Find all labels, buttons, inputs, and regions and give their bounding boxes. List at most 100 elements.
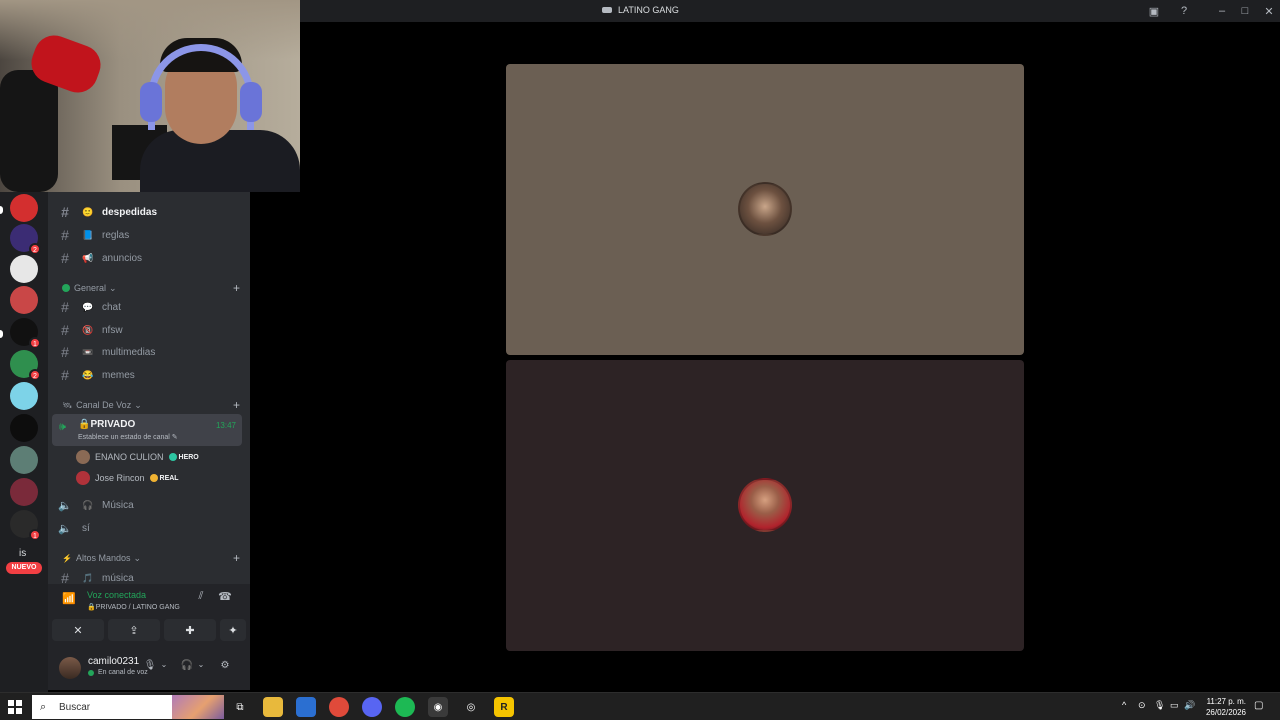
hash-icon: #	[61, 250, 69, 266]
task-view-icon[interactable]: ⧉	[230, 697, 250, 717]
server-icon[interactable]	[10, 194, 38, 222]
headphones-icon[interactable]: 🎧	[180, 660, 194, 671]
tray-mic-icon[interactable]: 🎙	[1154, 700, 1165, 711]
add-channel-button[interactable]: +	[233, 281, 240, 295]
category-voice[interactable]: 🛰 Canal De Voz ⌄ +	[62, 398, 248, 412]
hash-icon: #	[61, 227, 69, 243]
channel-name: reglas	[102, 229, 130, 241]
help-icon[interactable]: ?	[1177, 4, 1191, 18]
chevron-down-icon[interactable]: ⌄	[157, 660, 171, 669]
server-icon[interactable]: 1	[10, 318, 41, 349]
category-dot-icon	[62, 284, 70, 292]
channel-nfsw[interactable]: # 🔞 nfsw	[48, 320, 250, 340]
taskbar-clock[interactable]: 11:27 p. m. 26/02/2026	[1194, 696, 1246, 718]
minimize-button[interactable]: –	[1215, 4, 1229, 18]
voice-channel-privado[interactable]: 🕪 🔒PRIVADO Establece un estado de canal …	[52, 414, 242, 446]
server-icon[interactable]	[10, 446, 38, 474]
participant-tile[interactable]	[506, 360, 1024, 651]
soundboard-button[interactable]: ✦	[220, 619, 246, 641]
server-icon[interactable]	[10, 414, 38, 442]
discord-app-icon[interactable]	[362, 697, 382, 717]
server-icon[interactable]	[10, 255, 38, 283]
windows-start-button[interactable]	[8, 700, 22, 714]
voice-member[interactable]: ENANO CULION HERO	[76, 449, 199, 465]
channel-anuncios[interactable]: # 📢 anuncios	[48, 248, 250, 268]
channel-name: nfsw	[102, 324, 123, 336]
server-icon[interactable]: 2	[10, 224, 41, 255]
server-icon[interactable]	[10, 382, 38, 410]
chrome-window-icon[interactable]: ◉	[428, 697, 448, 717]
speaker-icon: 🔈	[58, 522, 72, 535]
maximize-button[interactable]: □	[1238, 4, 1252, 18]
avatar	[76, 450, 90, 464]
server-icon[interactable]	[10, 478, 38, 506]
avatar[interactable]	[59, 657, 81, 679]
inbox-icon[interactable]: ▣	[1147, 4, 1161, 18]
hash-icon: #	[61, 299, 69, 315]
voice-channel-name: 🔒PRIVADO	[78, 419, 136, 430]
server-icon[interactable]: 2	[10, 350, 41, 381]
soundboard-icon: ✦	[228, 624, 238, 637]
taskbar-search[interactable]: ⌕ Buscar	[32, 695, 224, 719]
hash-icon: #	[61, 344, 69, 360]
voice-member[interactable]: Jose Rincon REAL	[76, 470, 179, 486]
member-tag: HERO	[168, 453, 199, 461]
chevron-down-icon[interactable]: ⌄	[194, 660, 208, 669]
obs-icon[interactable]: ◎	[461, 697, 481, 717]
hash-icon: #	[61, 322, 69, 338]
channel-name: Música	[102, 499, 134, 511]
store-icon[interactable]	[296, 697, 316, 717]
participant-tile[interactable]	[506, 64, 1024, 355]
category-general[interactable]: General ⌄ +	[62, 281, 248, 295]
channel-memes[interactable]: # 😂 memes	[48, 365, 250, 385]
username: camilo0231	[88, 656, 140, 667]
add-channel-button[interactable]: +	[233, 551, 240, 565]
close-button[interactable]: ✕	[1262, 4, 1276, 18]
server-rail: 2 1 2 1 is NUEVO	[0, 192, 48, 692]
search-highlight-art	[172, 695, 224, 719]
channel-name: multimedias	[102, 346, 156, 358]
notifications-icon[interactable]: ▢	[1254, 700, 1263, 711]
mic-icon[interactable]: 🎙	[143, 660, 157, 671]
screen-share-button[interactable]: ⇪	[108, 619, 160, 641]
voice-connection-panel: 📶 Voz conectada 🔒PRIVADO / LATINO GANG ⫽…	[48, 584, 250, 690]
activities-button[interactable]: ✚	[164, 619, 216, 641]
tray-app-icon[interactable]: ⊙	[1138, 700, 1146, 711]
channel-multimedias[interactable]: # 📼 multimedias	[48, 342, 250, 362]
rockstar-icon[interactable]: R	[494, 697, 514, 717]
settings-gear-icon[interactable]: ⚙	[218, 660, 232, 671]
network-icon[interactable]: ▭	[1170, 700, 1179, 711]
voice-channel-musica[interactable]: 🔈 🎧 Música	[48, 495, 250, 515]
channel-despedidas[interactable]: # 🙂 despedidas	[48, 202, 250, 222]
voice-location[interactable]: 🔒PRIVADO / LATINO GANG	[87, 603, 180, 611]
noise-suppression-icon[interactable]: ⫽	[194, 590, 208, 604]
signal-icon[interactable]: 📶	[62, 592, 76, 605]
chevron-down-icon: ⌄	[134, 399, 142, 410]
new-badge[interactable]: NUEVO	[6, 562, 42, 574]
member-tag: REAL	[149, 474, 179, 482]
channel-status-prompt[interactable]: Establece un estado de canal ✎	[78, 433, 178, 441]
channel-reglas[interactable]: # 📘 reglas	[48, 225, 250, 245]
search-placeholder: Buscar	[59, 701, 91, 713]
server-icon[interactable]	[10, 286, 38, 314]
server-icon[interactable]: 1	[10, 510, 41, 541]
avatar	[738, 182, 792, 236]
camera-button[interactable]: ✕	[52, 619, 104, 641]
spotify-icon[interactable]	[395, 697, 415, 717]
tray-arrow-icon[interactable]: ^	[1122, 700, 1126, 710]
disconnect-icon[interactable]: ☎	[218, 590, 232, 604]
channel-chat[interactable]: # 💬 chat	[48, 297, 250, 317]
time: 11:27 p. m.	[1206, 697, 1246, 706]
voice-channel-si[interactable]: 🔈 sí	[48, 518, 250, 538]
screen-share-icon: ⇪	[129, 624, 139, 637]
file-explorer-icon[interactable]	[263, 697, 283, 717]
category-emoji-icon: 🛰	[62, 400, 73, 410]
add-channel-button[interactable]: +	[233, 398, 240, 412]
channel-sidebar: # 🙂 despedidas # 📘 reglas # 📢 anuncios G…	[48, 192, 250, 690]
category-altos-mandos[interactable]: ⚡ Altos Mandos ⌄ +	[62, 551, 248, 565]
chrome-icon[interactable]	[329, 697, 349, 717]
server-partial-text: is	[19, 548, 27, 559]
activities-icon: ✚	[185, 624, 195, 637]
server-glyph-icon	[602, 7, 612, 13]
discord-window: LATINO GANG ▣ ? – □ ✕ 2 1 2 1 is NUEVO #…	[0, 0, 1280, 692]
